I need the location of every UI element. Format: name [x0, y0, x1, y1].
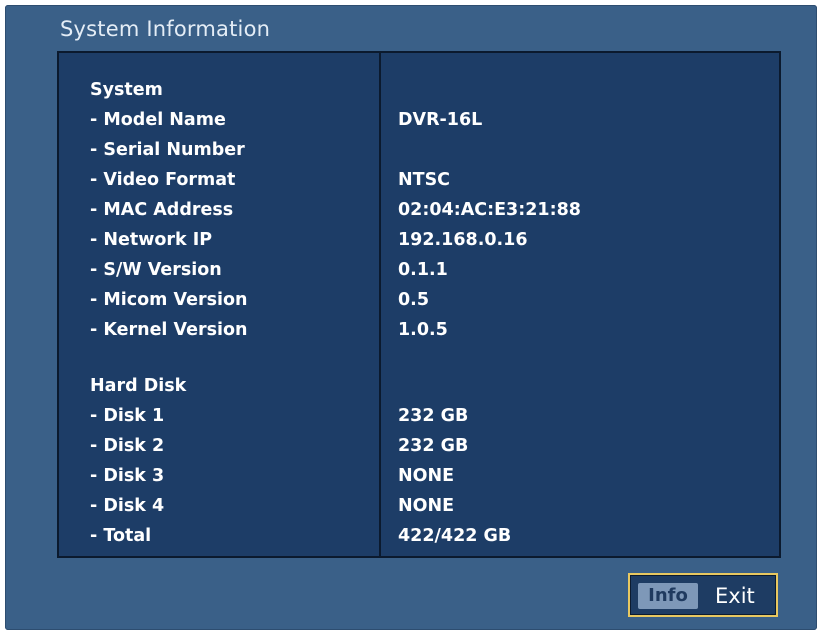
info-row-disk-1: - Disk 1 232 GB: [59, 401, 779, 431]
info-label: - Disk 3: [90, 466, 165, 486]
info-value: 0.1.1: [398, 260, 448, 280]
info-label: - Model Name: [90, 110, 226, 130]
info-row-micom-version: - Micom Version 0.5: [59, 285, 779, 315]
info-row-disk-2: - Disk 2 232 GB: [59, 431, 779, 461]
info-label: - Disk 4: [90, 496, 165, 516]
system-information-window: System Information System - Model Name D…: [5, 5, 817, 630]
system-section-heading: System: [90, 80, 163, 100]
info-label: - Total: [90, 526, 152, 546]
button-bar: Info Exit: [628, 573, 778, 617]
info-label: - Video Format: [90, 170, 236, 190]
window-title: System Information: [60, 17, 271, 41]
info-value: NONE: [398, 466, 455, 486]
info-row-network-ip: - Network IP 192.168.0.16: [59, 225, 779, 255]
info-value: 422/422 GB: [398, 526, 512, 546]
hard-disk-section-heading: Hard Disk: [90, 376, 187, 396]
info-row-disk-3: - Disk 3 NONE: [59, 461, 779, 491]
info-value: 02:04:AC:E3:21:88: [398, 200, 581, 220]
info-label: - Kernel Version: [90, 320, 248, 340]
info-row-kernel-version: - Kernel Version 1.0.5: [59, 315, 779, 345]
info-value: DVR-16L: [398, 110, 483, 130]
info-row-model-name: - Model Name DVR-16L: [59, 105, 779, 135]
info-label: - Micom Version: [90, 290, 248, 310]
info-label: - Serial Number: [90, 140, 245, 160]
info-label: - Network IP: [90, 230, 213, 250]
info-button[interactable]: Info: [638, 583, 698, 609]
info-row-mac-address: - MAC Address 02:04:AC:E3:21:88: [59, 195, 779, 225]
info-row-serial-number: - Serial Number: [59, 135, 779, 165]
info-value: 1.0.5: [398, 320, 448, 340]
info-label: - S/W Version: [90, 260, 222, 280]
info-value: 0.5: [398, 290, 430, 310]
info-label: - Disk 2: [90, 436, 165, 456]
info-label: - MAC Address: [90, 200, 234, 220]
info-row-sw-version: - S/W Version 0.1.1: [59, 255, 779, 285]
info-value: 192.168.0.16: [398, 230, 528, 250]
info-row-total: - Total 422/422 GB: [59, 521, 779, 551]
info-value: 232 GB: [398, 406, 469, 426]
info-row-disk-4: - Disk 4 NONE: [59, 491, 779, 521]
info-value: NONE: [398, 496, 455, 516]
info-label: - Disk 1: [90, 406, 165, 426]
exit-button[interactable]: Exit: [715, 581, 755, 611]
info-row-video-format: - Video Format NTSC: [59, 165, 779, 195]
info-panel: System - Model Name DVR-16L - Serial Num…: [57, 51, 781, 558]
info-value: NTSC: [398, 170, 451, 190]
info-value: 232 GB: [398, 436, 469, 456]
